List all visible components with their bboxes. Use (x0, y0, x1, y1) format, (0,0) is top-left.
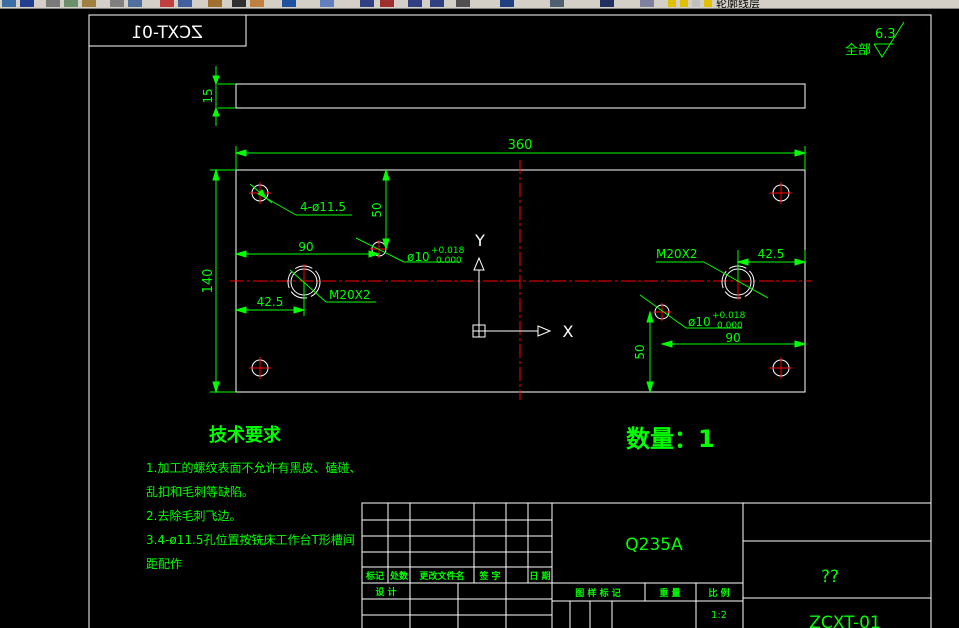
layer-state-icon[interactable] (640, 0, 654, 7)
dim-hole10-left: ø10 (407, 250, 430, 264)
ucs-y-label: Y (474, 231, 485, 250)
print-icon[interactable] (46, 0, 60, 7)
redo-icon[interactable] (232, 0, 246, 7)
quantity-label: 数量：1 (626, 425, 715, 453)
dim-tol-lower-right: 0.000 (717, 321, 743, 331)
dim-m20-right: M20X2 (656, 247, 697, 261)
dim-tol-upper-left: +0.018 (431, 246, 465, 256)
dim-90-right: 90 (725, 331, 740, 345)
mirrored-drawing-code: ZCXT-01 (131, 23, 202, 43)
properties-icon[interactable] (408, 0, 422, 7)
drawing-canvas[interactable]: ZCXT-01 全部 6.3 15 360 140 4-ø11.5 50 90 … (0, 9, 959, 628)
open-icon[interactable] (2, 0, 16, 7)
tech-line-1: 1.加工的螺纹表面不允许有黑皮、磕碰、 (146, 460, 361, 475)
title-block-drawing-code: ZCXT-01 (809, 613, 880, 628)
dim-42-right: 42.5 (758, 247, 785, 261)
cut-icon[interactable] (110, 0, 124, 7)
markup-icon[interactable] (500, 0, 514, 7)
dim-50-left: 50 (370, 202, 384, 217)
svg-text:签 字: 签 字 (478, 570, 500, 582)
layer-manager-icon[interactable] (600, 0, 614, 7)
standard-toolbar: 轮廓线层 (0, 0, 959, 9)
dim-thickness: 15 (201, 88, 215, 103)
design-center-icon[interactable] (430, 0, 444, 7)
layer-color-icon[interactable] (704, 0, 712, 7)
calculator-icon[interactable] (550, 0, 564, 7)
zoom-previous-icon[interactable] (380, 0, 394, 7)
layer-lock-icon[interactable] (692, 0, 700, 7)
layer-on-icon[interactable] (668, 0, 676, 7)
plot-preview-icon[interactable] (64, 0, 78, 7)
svg-text:图 样 标 记: 图 样 标 记 (575, 587, 620, 599)
dim-m20-left: M20X2 (329, 288, 370, 302)
title-block (361, 502, 932, 628)
roughness-label: 全部 (845, 42, 871, 58)
ucs-icon (472, 256, 552, 338)
svg-text:重 量: 重 量 (659, 587, 680, 599)
copy-icon[interactable] (128, 0, 142, 7)
hyperlink-icon[interactable] (250, 0, 264, 7)
publish-icon[interactable] (82, 0, 96, 7)
dim-tol-lower-left: 0.000 (436, 256, 462, 266)
title-block-material: Q235A (625, 535, 683, 555)
tech-title: 技术要求 (209, 424, 282, 446)
dim-holes-note: 4-ø11.5 (300, 200, 346, 214)
dim-42-left: 42.5 (257, 295, 284, 309)
zoom-realtime-icon[interactable] (320, 0, 334, 7)
tech-line-3: 2.去除毛刺飞边。 (146, 508, 241, 523)
paste-icon[interactable] (160, 0, 174, 7)
zoom-window-icon[interactable] (360, 0, 374, 7)
title-block-part-name: ?? (821, 567, 839, 587)
dim-50-right: 50 (633, 344, 647, 359)
save-icon[interactable] (20, 0, 34, 7)
dim-tol-upper-right: +0.018 (712, 311, 746, 321)
svg-text:标记: 标记 (365, 570, 384, 582)
dim-hole10-right: ø10 (688, 315, 711, 329)
svg-text:更改文件名: 更改文件名 (419, 570, 464, 582)
title-block-header-labels: 标记 处数 更改文件名 签 字 日 期 设 计 图 样 标 记 重 量 比 例 (365, 570, 730, 599)
pan-icon[interactable] (282, 0, 296, 7)
tech-line-4: 3.4-ø11.5孔位置按铣床工作台T形槽间 (146, 532, 355, 547)
tool-palettes-icon[interactable] (456, 0, 470, 7)
dim-width: 140 (201, 269, 216, 294)
dim-length: 360 (508, 138, 533, 153)
dim-90-left: 90 (298, 240, 313, 254)
dim-thickness-lines (212, 66, 236, 126)
undo-icon[interactable] (208, 0, 222, 7)
svg-text:日 期: 日 期 (529, 570, 550, 582)
ucs-x-label: X (563, 322, 574, 341)
svg-text:处数: 处数 (389, 570, 409, 582)
tech-line-2: 乱扣和毛刺等缺陷。 (146, 484, 254, 499)
side-view (235, 83, 806, 109)
layer-dropdown[interactable]: 轮廓线层 (716, 0, 760, 8)
tech-line-5: 距配作 (146, 557, 182, 571)
svg-text:设 计: 设 计 (375, 586, 396, 598)
match-properties-icon[interactable] (178, 0, 192, 7)
svg-text:比 例: 比 例 (708, 587, 729, 599)
layer-freeze-icon[interactable] (680, 0, 688, 7)
roughness-value: 6.3 (875, 27, 896, 42)
title-block-scale: 1:2 (711, 610, 727, 621)
